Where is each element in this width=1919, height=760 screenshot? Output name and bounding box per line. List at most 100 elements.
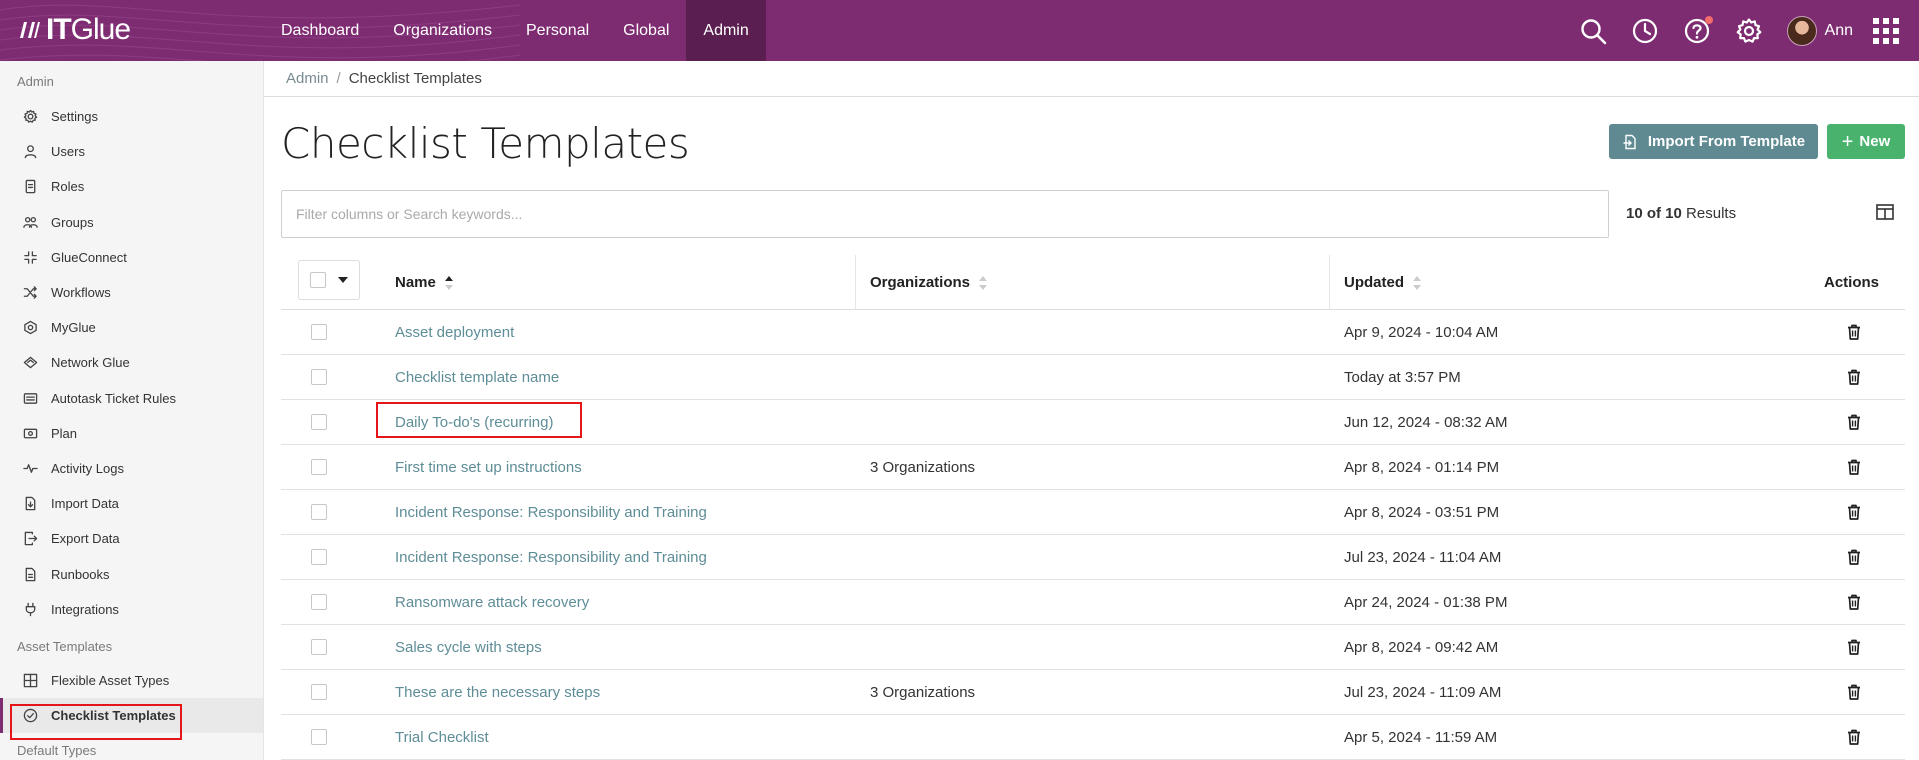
template-name-link[interactable]: Trial Checklist <box>395 715 489 759</box>
top-navigation-bar: IT Glue Dashboard Organizations Personal Glo… <box>0 0 1919 61</box>
template-name-link[interactable]: Daily To-do's (recurring) <box>395 400 553 444</box>
nav-dashboard[interactable]: Dashboard <box>264 0 376 61</box>
row-checkbox[interactable] <box>311 369 327 385</box>
row-checkbox[interactable] <box>311 594 327 610</box>
table-row: Ransomware attack recovery Apr 24, 2024 -… <box>281 580 1905 625</box>
sidebar-item-users[interactable]: Users <box>0 134 263 169</box>
user-menu[interactable]: Ann <box>1786 15 1853 46</box>
template-name-link[interactable]: Incident Response: Responsibility and Tr… <box>395 490 707 534</box>
template-name-link[interactable]: First time set up instructions <box>395 445 582 489</box>
sidebar-item-workflows[interactable]: Workflows <box>0 275 263 310</box>
column-header-updated[interactable]: Updated <box>1344 255 1422 310</box>
itglue-logo[interactable]: IT Glue <box>18 12 131 48</box>
sidebar-item-groups[interactable]: Groups <box>0 205 263 240</box>
trash-icon[interactable] <box>1845 503 1863 521</box>
sidebar-item-import-data[interactable]: Import Data <box>0 486 263 521</box>
sidebar-item-roles[interactable]: Roles <box>0 169 263 204</box>
badge-icon <box>25 180 36 194</box>
trash-icon[interactable] <box>1845 728 1863 746</box>
sidebar-item-label: Network Glue <box>51 355 130 371</box>
chevron-down-icon[interactable] <box>338 277 348 283</box>
glueconnect-icon <box>24 251 37 264</box>
trash-icon[interactable] <box>1845 593 1863 611</box>
template-name-link[interactable]: Asset deployment <box>395 310 514 354</box>
column-header-name[interactable]: Name <box>395 255 454 310</box>
column-header-organizations[interactable]: Organizations <box>870 255 988 310</box>
plus-icon: + <box>1841 130 1854 153</box>
plan-icon <box>23 428 38 439</box>
column-layout-icon[interactable] <box>1876 204 1894 220</box>
table-row: Incident Response: Responsibility and Tr… <box>281 490 1905 535</box>
sidebar-item-integrations[interactable]: Integrations <box>0 592 263 627</box>
trash-icon[interactable] <box>1845 458 1863 476</box>
row-checkbox[interactable] <box>311 414 327 430</box>
trash-icon[interactable] <box>1845 413 1863 431</box>
sidebar-section-asset-templates: Asset Templates <box>17 638 113 654</box>
sidebar-item-runbooks[interactable]: Runbooks <box>0 556 263 591</box>
sidebar-item-label: Plan <box>51 425 78 441</box>
sidebar-item-export-data[interactable]: Export Data <box>0 521 263 556</box>
template-name-link[interactable]: Incident Response: Responsibility and Tr… <box>395 535 707 579</box>
sidebar-item-checklist-templates[interactable]: Checklist Templates <box>0 698 263 734</box>
apps-grid-icon[interactable] <box>1873 17 1899 44</box>
sidebar-item-label: Checklist Templates <box>51 708 176 724</box>
sort-ascending-icon[interactable] <box>444 273 454 293</box>
sidebar-item-myglue[interactable]: MyGlue <box>0 310 263 345</box>
table-row: Checklist template name Today at 3:57 PM <box>281 355 1905 400</box>
column-header-organizations-label: Organizations <box>870 274 971 291</box>
trash-icon[interactable] <box>1845 683 1863 701</box>
row-checkbox[interactable] <box>311 639 327 655</box>
trash-icon[interactable] <box>1845 368 1863 386</box>
trash-icon[interactable] <box>1845 323 1863 341</box>
users-group-icon <box>23 216 38 228</box>
template-name-link[interactable]: These are the necessary steps <box>395 670 600 714</box>
breadcrumb-admin-link[interactable]: Admin <box>286 70 329 87</box>
logo-text-glue: Glue <box>70 13 131 46</box>
new-button[interactable]: + New <box>1827 124 1905 159</box>
sidebar-item-label: GlueConnect <box>51 249 127 265</box>
avatar <box>1786 15 1817 46</box>
sidebar-item-glueconnect[interactable]: GlueConnect <box>0 240 263 275</box>
sidebar-item-label: Autotask Ticket Rules <box>51 390 176 406</box>
help-icon[interactable] <box>1683 15 1713 45</box>
row-checkbox[interactable] <box>311 324 327 340</box>
sidebar-item-network-glue[interactable]: Network Glue <box>0 345 263 380</box>
nav-admin[interactable]: Admin <box>686 0 766 61</box>
history-icon[interactable] <box>1631 17 1659 45</box>
updated-cell: Jul 23, 2024 - 11:04 AM <box>1344 548 1502 566</box>
search-icon[interactable] <box>1579 17 1607 45</box>
main-nav: Dashboard Organizations Personal Global Admi… <box>264 0 766 61</box>
trash-icon[interactable] <box>1845 548 1863 566</box>
sidebar-item-flexible-asset-types[interactable]: Flexible Asset Types <box>0 663 263 698</box>
trash-icon[interactable] <box>1845 638 1863 656</box>
organizations-cell: 3 Organizations <box>870 683 976 701</box>
row-checkbox[interactable] <box>311 504 327 520</box>
updated-cell: Apr 8, 2024 - 09:42 AM <box>1344 638 1499 656</box>
template-name-link[interactable]: Sales cycle with steps <box>395 625 542 669</box>
row-checkbox[interactable] <box>311 459 327 475</box>
import-from-template-button[interactable]: Import From Template <box>1609 124 1818 159</box>
select-all-checkbox[interactable] <box>310 272 326 288</box>
sort-icon[interactable] <box>978 273 988 293</box>
nav-global[interactable]: Global <box>606 0 686 61</box>
template-name-link[interactable]: Ransomware attack recovery <box>395 580 589 624</box>
sidebar-item-settings[interactable]: Settings <box>0 99 263 134</box>
row-checkbox[interactable] <box>311 684 327 700</box>
table-row: Trial Checklist Apr 5, 2024 - 11:59 AM <box>281 715 1905 760</box>
table-row: Sales cycle with steps Apr 8, 2024 - 09:4… <box>281 625 1905 670</box>
select-all-dropdown[interactable] <box>298 260 360 300</box>
sidebar-item-label: Runbooks <box>51 566 110 582</box>
nav-personal[interactable]: Personal <box>509 0 606 61</box>
settings-icon[interactable] <box>1735 17 1763 45</box>
template-name-link[interactable]: Checklist template name <box>395 355 559 399</box>
nav-organizations[interactable]: Organizations <box>376 0 509 61</box>
file-import-icon <box>1623 134 1636 149</box>
sidebar-item-plan[interactable]: Plan <box>0 416 263 451</box>
search-input[interactable] <box>281 190 1609 238</box>
plug-icon <box>25 602 36 616</box>
row-checkbox[interactable] <box>311 729 327 745</box>
sidebar-item-autotask-ticket-rules[interactable]: Autotask Ticket Rules <box>0 381 263 416</box>
row-checkbox[interactable] <box>311 549 327 565</box>
sidebar-item-activity-logs[interactable]: Activity Logs <box>0 451 263 486</box>
sort-icon[interactable] <box>1412 273 1422 293</box>
